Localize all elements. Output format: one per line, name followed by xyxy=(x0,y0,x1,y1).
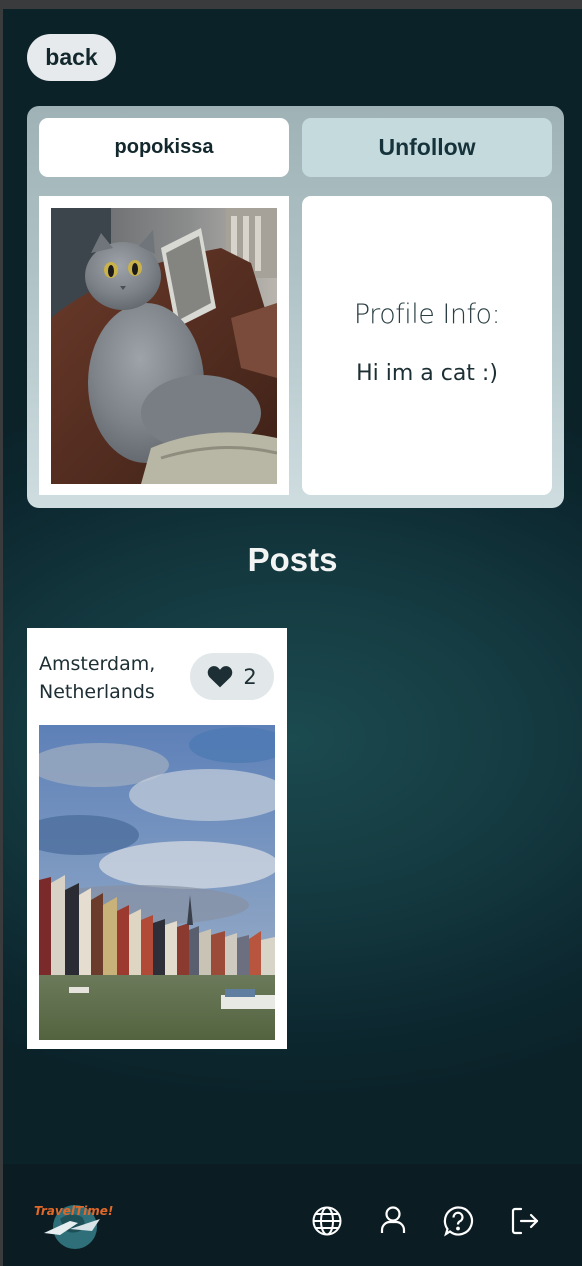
like-button[interactable]: 2 xyxy=(190,653,274,700)
logo-text: TravelTime! xyxy=(34,1204,113,1218)
app-screen: back popokissa Unfollow Profile Info: Hi… xyxy=(3,9,582,1266)
window-top-bar xyxy=(0,0,582,9)
logout-icon[interactable] xyxy=(508,1204,542,1238)
username-label: popokissa xyxy=(39,118,289,177)
bottom-nav: TravelTime! xyxy=(3,1164,582,1266)
post-card[interactable]: Amsterdam, Netherlands 2 xyxy=(27,628,287,1049)
app-logo[interactable]: TravelTime! xyxy=(30,1199,115,1249)
post-image[interactable] xyxy=(39,725,275,1040)
globe-icon[interactable] xyxy=(310,1204,344,1238)
avatar xyxy=(51,208,277,484)
window-left-edge xyxy=(0,9,3,1266)
profile-info-box: Profile Info: Hi im a cat :) xyxy=(302,196,552,495)
posts-heading: Posts xyxy=(247,541,338,578)
post-location: Amsterdam, Netherlands xyxy=(39,653,156,703)
user-icon[interactable] xyxy=(376,1204,410,1238)
profile-info-title: Profile Info: xyxy=(353,299,501,330)
help-icon[interactable] xyxy=(441,1204,475,1238)
heart-icon xyxy=(208,666,233,688)
back-button[interactable]: back xyxy=(27,34,116,81)
profile-card: popokissa Unfollow Profile Info: Hi im a… xyxy=(27,106,564,508)
profile-bio: Hi im a cat :) xyxy=(356,361,498,386)
like-count: 2 xyxy=(243,664,257,689)
avatar-frame xyxy=(39,196,289,495)
unfollow-button[interactable]: Unfollow xyxy=(302,118,552,177)
